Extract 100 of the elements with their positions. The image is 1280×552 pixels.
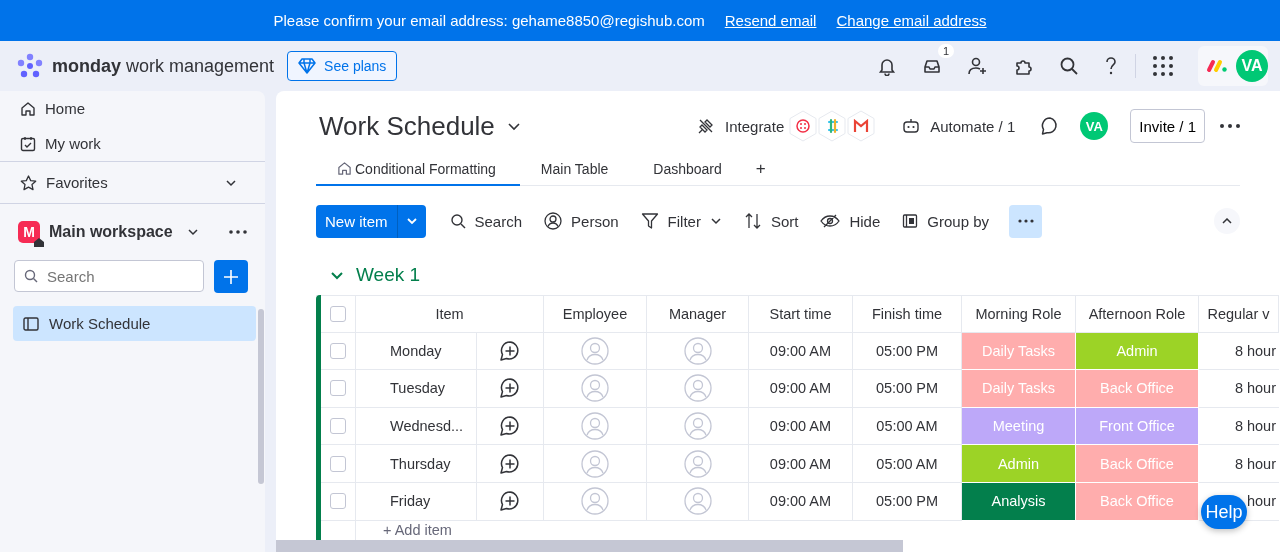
apps-grid-icon[interactable]	[1153, 56, 1173, 76]
add-item-button[interactable]: + Add item	[356, 520, 544, 552]
collapse-button[interactable]	[1214, 208, 1240, 234]
diamond-icon	[298, 58, 317, 74]
toolbar-button[interactable]: Filter	[632, 212, 730, 230]
automate-button[interactable]: Automate / 1	[902, 117, 1016, 135]
column-header[interactable]: Employee	[544, 295, 647, 333]
item-name[interactable]: Thursday	[356, 445, 477, 483]
product-name: work management	[126, 55, 275, 77]
add-view-button[interactable]: +	[745, 161, 766, 185]
home-icon	[337, 161, 352, 176]
item-name[interactable]: Friday	[356, 482, 477, 521]
banner-message: Please confirm your email address: gehame8850@regishub.com	[273, 12, 705, 29]
view-tab[interactable]: Main Table	[519, 161, 633, 186]
column-header[interactable]: Morning Role	[962, 295, 1076, 333]
board-item[interactable]: Work Schedule	[13, 306, 256, 341]
hours-cell: 8 hour	[1199, 370, 1279, 408]
view-tab[interactable]: Dashboard	[632, 161, 746, 186]
star-icon	[20, 174, 37, 191]
nav-item[interactable]: Home	[0, 91, 265, 126]
search-icon	[24, 269, 38, 283]
hours-cell: 8 hour	[1199, 445, 1279, 483]
invite-person-icon[interactable]	[967, 56, 989, 76]
add-comment-icon[interactable]	[499, 377, 521, 400]
caret-icon	[709, 217, 722, 225]
workspace-name[interactable]: Main workspace	[49, 223, 173, 241]
integrate-button[interactable]: Integrate	[697, 117, 785, 135]
toolbar-button[interactable]: Sort	[735, 212, 807, 230]
filter-icon	[640, 212, 659, 230]
row-checkbox[interactable]	[330, 455, 346, 472]
toolbar-button[interactable]: Search	[441, 212, 531, 230]
home-icon	[20, 100, 36, 117]
toolbar-button[interactable]: Person	[536, 212, 627, 230]
status-label[interactable]: Analysis	[962, 482, 1076, 521]
horizontal-scrollbar[interactable]	[276, 540, 903, 552]
banner-link[interactable]: Resend email	[724, 12, 817, 29]
column-header[interactable]: Finish time	[853, 295, 962, 333]
plus-icon	[223, 268, 239, 285]
banner-link[interactable]: Change email address	[836, 12, 987, 29]
sort-icon	[743, 212, 762, 230]
new-item-button[interactable]: New item	[316, 204, 398, 238]
person-icon	[544, 212, 563, 230]
calendar-check-icon	[20, 135, 36, 152]
more-icon[interactable]	[1220, 124, 1240, 128]
hide-icon	[820, 213, 841, 229]
caret-icon	[405, 217, 418, 225]
time-cell: 09:00 AM	[749, 370, 853, 408]
view-tab[interactable]: Conditional Formatting	[316, 161, 520, 186]
column-header[interactable]: Regular v	[1199, 295, 1279, 333]
add-comment-icon[interactable]	[499, 490, 521, 513]
more-icon[interactable]	[228, 230, 247, 234]
add-button[interactable]	[214, 260, 248, 293]
see-plans-button[interactable]: See plans	[287, 51, 398, 81]
invite-button[interactable]: Invite / 1	[1130, 109, 1205, 143]
monday-logo-icon	[1206, 59, 1228, 73]
brand-name: monday	[52, 55, 121, 77]
search-icon[interactable]	[1059, 56, 1079, 76]
add-comment-icon[interactable]	[499, 339, 521, 362]
chevron-down-icon[interactable]	[186, 228, 199, 236]
row-checkbox[interactable]	[330, 493, 346, 510]
more-icon	[1017, 219, 1034, 223]
row-checkbox[interactable]	[330, 418, 346, 435]
hours-cell: 8 hour	[1199, 407, 1279, 446]
chevron-down-icon	[225, 178, 237, 187]
toolbar-button[interactable]: Hide	[812, 212, 889, 230]
column-header[interactable]: Item	[356, 295, 544, 333]
hours-cell: 8 hour	[1199, 332, 1279, 371]
chevron-down-icon[interactable]	[506, 121, 521, 131]
board-title: Work Schedule	[319, 110, 495, 142]
search-field[interactable]: Search	[14, 260, 204, 292]
new-item-dropdown[interactable]	[397, 204, 426, 238]
toolbar-button[interactable]: Group by	[894, 212, 997, 230]
add-comment-icon[interactable]	[499, 415, 521, 438]
search-icon	[449, 213, 466, 229]
row-checkbox[interactable]	[330, 380, 346, 397]
plug-icon	[697, 117, 715, 135]
bell-icon[interactable]	[877, 56, 897, 76]
time-cell: 09:00 AM	[749, 445, 853, 483]
board-icon	[23, 316, 39, 331]
item-name[interactable]: Tuesday	[356, 370, 477, 408]
column-header[interactable]: Start time	[749, 295, 853, 333]
nav-item[interactable]: My work	[0, 126, 265, 161]
column-header[interactable]: Afternoon Role	[1076, 295, 1199, 333]
item-name[interactable]: Monday	[356, 332, 477, 371]
row-checkbox[interactable]	[330, 342, 346, 359]
logo-icon	[16, 53, 44, 79]
time-cell: 09:00 AM	[749, 407, 853, 446]
item-name[interactable]: Wednesd...	[356, 407, 477, 446]
select-all-checkbox[interactable]	[330, 305, 346, 322]
more-button[interactable]	[1009, 204, 1042, 238]
column-header[interactable]: Manager	[647, 295, 749, 333]
notification-count: 1	[937, 44, 954, 58]
add-comment-icon[interactable]	[499, 452, 521, 475]
help-icon[interactable]	[1104, 56, 1118, 76]
favorites-item[interactable]: Favorites	[0, 162, 265, 203]
group-by-icon	[902, 213, 919, 229]
time-cell: 09:00 AM	[749, 332, 853, 371]
robot-icon	[902, 118, 921, 134]
group-title[interactable]: Week 1	[356, 264, 421, 286]
chevron-up-icon	[1222, 218, 1232, 224]
